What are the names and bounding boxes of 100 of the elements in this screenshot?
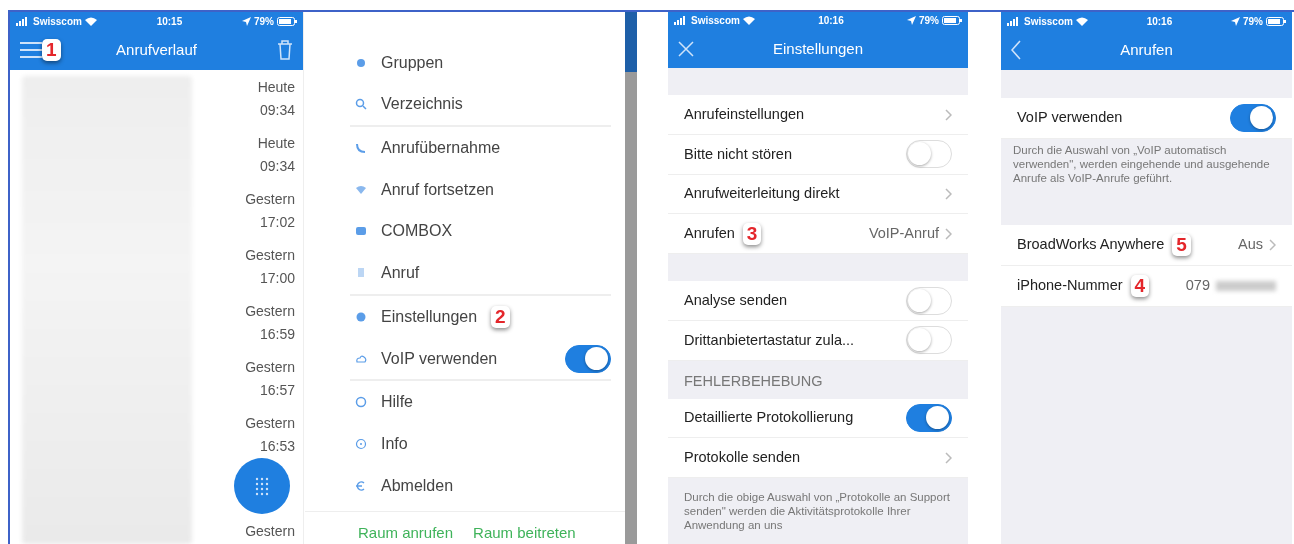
- carrier-name: Swisscom: [33, 14, 82, 29]
- carrier-name: Swisscom: [691, 14, 740, 29]
- settings-row[interactable]: Anrufen 3 VoIP-Anruf: [668, 214, 968, 255]
- row-label: iPhone-Nummer: [1017, 276, 1123, 296]
- settings-row[interactable]: iPhone-Nummer 4 079: [1001, 266, 1292, 307]
- settings-row[interactable]: Detaillierte Protokollierung: [668, 398, 968, 439]
- annotation-number: 5: [1172, 234, 1191, 256]
- call-day: Gestern: [204, 300, 295, 323]
- menu-icon[interactable]: [20, 42, 42, 58]
- call-day: Heute: [204, 132, 295, 155]
- battery-icon: [942, 16, 962, 26]
- row-value: Aus: [1238, 235, 1263, 255]
- wifi-icon: [84, 16, 97, 26]
- location-icon: [1231, 16, 1240, 26]
- settings-row[interactable]: Anrufweiterleitung direkt: [668, 174, 968, 215]
- status-time: 10:16: [817, 14, 845, 29]
- location-icon: [242, 16, 251, 26]
- menu-item[interactable]: Anruf: [381, 261, 420, 286]
- call-day: Heute: [204, 76, 295, 99]
- call-time: 09:34: [258, 101, 295, 120]
- menu-item[interactable]: Einstellungen: [381, 304, 478, 329]
- toggle-switch[interactable]: [1230, 104, 1276, 132]
- wifi-icon: [742, 16, 755, 26]
- menu-item[interactable]: Gruppen: [381, 50, 444, 75]
- call-day: Gestern: [204, 356, 295, 379]
- annotation-number: 4: [1130, 275, 1150, 297]
- chevron-icon: [945, 188, 952, 201]
- call-day: Gestern: [204, 520, 295, 543]
- call-day: Gestern: [204, 412, 295, 435]
- annotation-number: 1: [42, 39, 61, 61]
- section-footnote: Durch die obige Auswahl von „Protokolle an Support senden" werden die Aktivitätsprotokolle Ihrer Anwendung an uns: [683, 490, 951, 533]
- call-time: 17:02: [258, 213, 295, 232]
- row-label: Detaillierte Protokollierung: [684, 408, 854, 428]
- call-time: 16:59: [258, 325, 295, 344]
- settings-row[interactable]: Drittanbietertastatur zula...: [668, 321, 968, 361]
- info-icon: [355, 438, 367, 450]
- chevron-icon: [1269, 239, 1276, 251]
- menu-item[interactable]: Verzeichnis: [381, 92, 463, 117]
- row-label: BroadWorks Anywhere: [1017, 235, 1165, 255]
- row-label: Drittanbietertastatur zula...: [684, 330, 855, 350]
- row-label: Anrufweiterleitung direkt: [684, 184, 840, 204]
- toggle-switch[interactable]: [906, 403, 952, 432]
- trash-icon[interactable]: [277, 40, 293, 60]
- row-label: Anrufeinstellungen: [684, 104, 805, 124]
- search-icon: [355, 98, 367, 111]
- blurred-number: [1216, 281, 1276, 291]
- location-icon: [907, 16, 916, 26]
- row-value: VoIP-Anruf: [868, 223, 939, 243]
- chevron-icon: [945, 451, 952, 464]
- settings-row[interactable]: VoIP verwenden: [1001, 98, 1292, 139]
- row-label: Anrufen: [684, 223, 735, 243]
- settings-row[interactable]: Protokolle senden: [668, 438, 968, 478]
- call-time: 09:34: [258, 157, 295, 176]
- menu-label: VoIP verwenden: [381, 348, 498, 369]
- menu-item[interactable]: Info: [381, 432, 408, 456]
- menu-item[interactable]: COMBOX: [381, 219, 453, 244]
- battery-percent: 79%: [1243, 14, 1263, 29]
- settings-row[interactable]: BroadWorks Anywhere 5 Aus: [1001, 225, 1292, 266]
- row-label: Protokolle senden: [684, 447, 801, 467]
- settings-row[interactable]: Analyse senden: [668, 281, 968, 322]
- signal-icon: [1007, 16, 1021, 26]
- row-value: 079: [1185, 276, 1210, 296]
- screen-title: Einstellungen: [772, 39, 864, 57]
- annotation-number: 3: [742, 222, 762, 245]
- call-time: 16:57: [258, 381, 295, 400]
- call-time: 17:00: [258, 269, 295, 288]
- signal-icon: [16, 16, 30, 26]
- back-icon[interactable]: [1011, 40, 1021, 60]
- menu-item[interactable]: Anruf fortsetzen: [381, 177, 494, 202]
- status-time: 10:15: [155, 14, 184, 29]
- signal-icon: [674, 16, 688, 26]
- carrier-name: Swisscom: [1024, 14, 1073, 29]
- dialpad-button[interactable]: [234, 458, 290, 514]
- chevron-icon: [945, 227, 952, 240]
- battery-percent: 79%: [919, 14, 939, 29]
- section-header: FEHLERBEHEBUNG: [683, 371, 824, 391]
- close-icon[interactable]: [678, 40, 694, 57]
- row-label: Analyse senden: [684, 290, 788, 310]
- wifi-icon: [1075, 16, 1088, 26]
- screen-title: Anrufen: [1120, 40, 1173, 58]
- menu-item[interactable]: Anrufübernahme: [381, 136, 501, 161]
- row-label: VoIP verwenden: [1017, 108, 1123, 128]
- screen-title: Anrufverlauf: [116, 40, 197, 58]
- settings-row[interactable]: Bitte nicht stören: [668, 135, 968, 175]
- call-time: 16:53: [258, 437, 295, 456]
- section-footnote: Durch die Auswahl von „VoIP automatisch verwenden", werden eingehende und ausgehende Anrufe als VoIP-Anrufe geführt.: [1012, 143, 1271, 186]
- menu-item[interactable]: Hilfe: [381, 390, 413, 415]
- row-label: Bitte nicht stören: [684, 144, 792, 164]
- annotation-number: 2: [491, 305, 510, 328]
- battery-percent: 79%: [254, 14, 274, 29]
- settings-row[interactable]: Anrufeinstellungen: [668, 95, 968, 135]
- call-day: Gestern: [204, 244, 295, 267]
- status-time: 10:16: [1145, 14, 1174, 29]
- toggle-switch[interactable]: [565, 344, 611, 373]
- dialpad-icon: [254, 476, 270, 496]
- battery-icon: [1266, 16, 1286, 26]
- chevron-icon: [945, 108, 952, 121]
- menu-item[interactable]: Abmelden: [381, 473, 454, 498]
- battery-icon: [277, 16, 297, 26]
- call-day: Gestern: [204, 188, 295, 211]
